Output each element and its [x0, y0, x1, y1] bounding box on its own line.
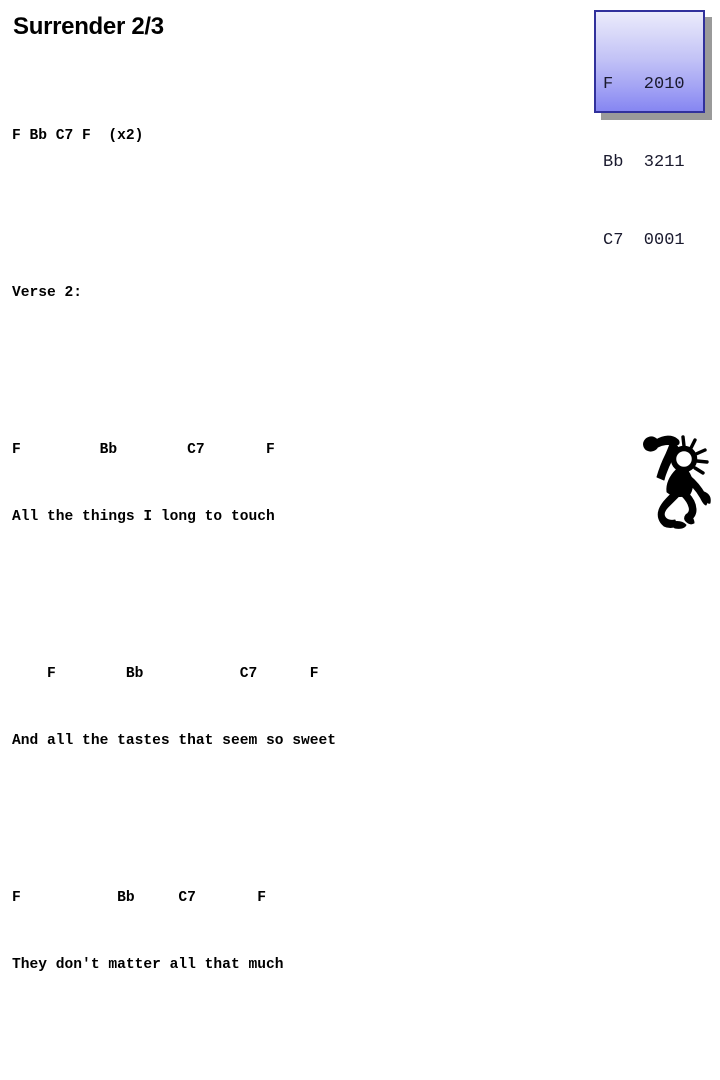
lyric-line: They don't matter all that much — [12, 957, 284, 974]
lyric-line: And all the tastes that seem so sweet — [12, 733, 337, 750]
intro-chord-line: F Bb C7 F (x2) — [12, 128, 144, 145]
chord-chart-rows: F 2010 Bb 3211 C7 0001 — [603, 20, 685, 306]
chord-chart-box: F 2010 Bb 3211 C7 0001 — [594, 10, 712, 250]
slide-canvas: Surrender 2/3 F Bb C7 F (x2) Verse 2: F … — [0, 0, 720, 973]
dancing-stick-figure-icon — [640, 428, 714, 532]
chord-chart-row: F 2010 — [603, 75, 685, 94]
chord-chart-row: Bb 3211 — [603, 153, 685, 172]
page-title: Surrender 2/3 — [13, 13, 164, 40]
chord-line: F Bb C7 F — [12, 665, 319, 682]
chord-line: F Bb C7 F — [12, 889, 266, 906]
lyrics-chord-body: F Bb C7 F (x2) Verse 2: F Bb C7 F All th… — [12, 58, 592, 1080]
chord-chart-row: C7 0001 — [603, 231, 685, 250]
chord-line: F Bb C7 F — [12, 441, 275, 458]
lyric-line: All the things I long to touch — [12, 509, 275, 526]
chord-chart-panel: F 2010 Bb 3211 C7 0001 — [594, 10, 705, 250]
verse-heading: Verse 2: — [12, 285, 83, 302]
